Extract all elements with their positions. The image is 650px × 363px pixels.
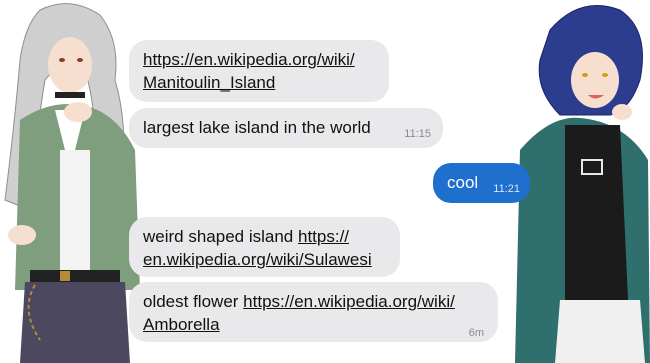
- message-link[interactable]: https://en.wikipedia.org/wiki/: [243, 292, 455, 311]
- message-link[interactable]: https://en.wikipedia.org/wiki/ Manitouli…: [143, 50, 355, 92]
- message-link[interactable]: https://: [298, 227, 349, 246]
- message-text: largest lake island in the world: [143, 118, 371, 137]
- incoming-message-bubble: oldest flower https://en.wikipedia.org/w…: [129, 282, 498, 342]
- incoming-message-bubble: https://en.wikipedia.org/wiki/ Manitouli…: [129, 40, 389, 102]
- message-timestamp: 6m: [468, 327, 484, 339]
- message-text: oldest flower: [143, 292, 244, 311]
- message-link-continued[interactable]: Amborella: [143, 315, 220, 334]
- message-text: weird shaped island: [143, 227, 298, 246]
- message-timestamp: 11:21: [493, 183, 520, 195]
- message-link-continued[interactable]: en.wikipedia.org/wiki/Sulawesi: [143, 250, 372, 269]
- outgoing-message-bubble: cool 11:21: [433, 163, 530, 203]
- chat-view: https://en.wikipedia.org/wiki/ Manitouli…: [0, 0, 650, 363]
- incoming-message-bubble: largest lake island in the world 11:15: [129, 108, 443, 148]
- right-character-illustration: [510, 0, 650, 363]
- message-timestamp: 11:15: [404, 128, 431, 140]
- incoming-message-bubble: weird shaped island https:// en.wikipedi…: [129, 217, 400, 277]
- message-text: cool: [447, 173, 479, 192]
